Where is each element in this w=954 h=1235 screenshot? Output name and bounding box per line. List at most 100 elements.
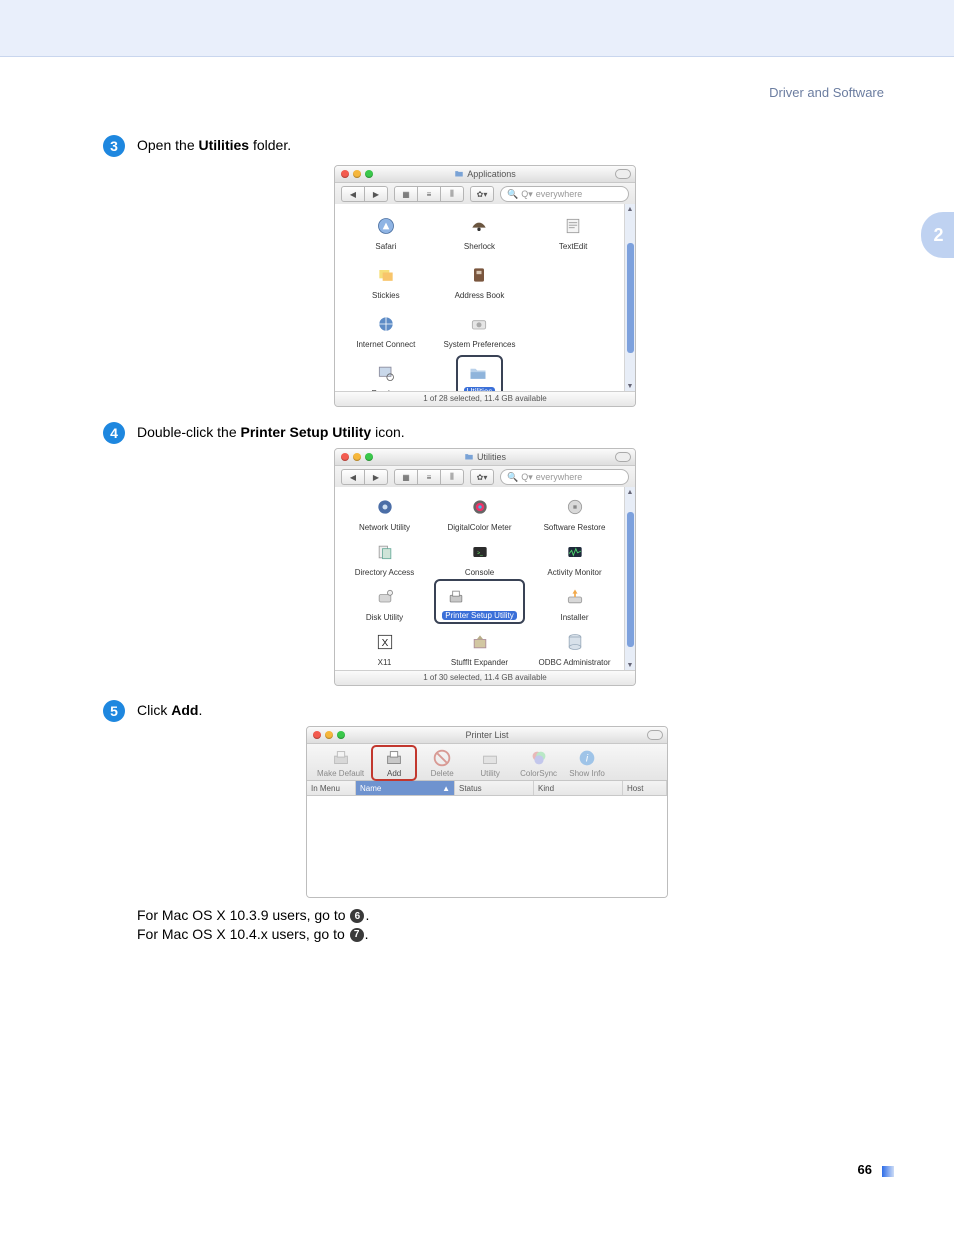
view-list-button[interactable]: ≡ — [418, 186, 441, 202]
utility-icon — [479, 747, 501, 769]
titlebar: Applications — [335, 166, 635, 183]
action-menu-button[interactable]: ✿▾ — [470, 469, 494, 485]
back-button[interactable]: ◀ — [341, 186, 365, 202]
util-installer[interactable]: Installer — [527, 583, 622, 622]
app-sherlock[interactable]: Sherlock — [433, 212, 527, 251]
status-bar: 1 of 28 selected, 11.4 GB available — [335, 391, 635, 406]
util-x11[interactable]: X X11 — [337, 628, 432, 667]
scroll-down-icon[interactable]: ▼ — [627, 383, 634, 390]
step-text: Double-click the Printer Setup Utility i… — [137, 424, 405, 440]
forward-button[interactable]: ▶ — [365, 469, 388, 485]
view-columns-button[interactable]: ⫼ — [441, 469, 464, 485]
back-button[interactable]: ◀ — [341, 469, 365, 485]
view-columns-button[interactable]: ⫼ — [441, 186, 464, 202]
view-buttons[interactable]: ▦ ≡ ⫼ — [394, 469, 464, 485]
util-activity-monitor[interactable]: Activity Monitor — [527, 538, 622, 577]
directory-icon — [375, 542, 395, 562]
printer-icon — [330, 747, 352, 769]
delete-button[interactable]: Delete — [424, 748, 460, 778]
col-in-menu[interactable]: In Menu — [307, 781, 356, 795]
util-disk-utility[interactable]: Disk Utility — [337, 583, 432, 622]
search-icon: 🔍 — [507, 472, 518, 483]
printer-add-icon — [383, 747, 405, 769]
app-internet-connect[interactable]: Internet Connect — [339, 310, 433, 349]
util-stuffit[interactable]: StuffIt Expander — [432, 628, 527, 667]
column-headers[interactable]: In Menu Name▲ Status Kind Host — [307, 781, 667, 796]
app-textedit[interactable]: TextEdit — [526, 212, 620, 251]
add-button[interactable]: Add — [371, 745, 417, 781]
stickies-icon — [376, 265, 396, 285]
folder-icon — [468, 363, 488, 383]
col-kind[interactable]: Kind — [534, 781, 623, 795]
util-network[interactable]: Network Utility — [337, 493, 432, 532]
app-preview[interactable]: Preview — [339, 359, 433, 392]
col-host[interactable]: Host — [623, 781, 667, 795]
scroll-thumb[interactable] — [627, 512, 634, 647]
step-ref-badge: 6 — [350, 909, 364, 923]
scroll-down-icon[interactable]: ▼ — [627, 662, 634, 669]
toolbar: ◀ ▶ ▦ ≡ ⫼ ✿▾ 🔍 Q▾ everywhere — [335, 183, 635, 206]
make-default-button[interactable]: Make Default — [317, 748, 364, 778]
scroll-thumb[interactable] — [627, 243, 634, 353]
scroll-up-icon[interactable]: ▲ — [627, 206, 634, 213]
stuffit-icon — [470, 632, 490, 652]
col-name[interactable]: Name▲ — [356, 781, 455, 795]
app-system-preferences[interactable]: System Preferences — [433, 310, 527, 349]
toolbar-toggle-icon[interactable] — [647, 730, 663, 740]
util-digitalcolor[interactable]: DigitalColor Meter — [432, 493, 527, 532]
step-text: Open the Utilities folder. — [137, 137, 291, 153]
util-directory-access[interactable]: Directory Access — [337, 538, 432, 577]
list-body — [307, 796, 667, 897]
search-icon: 🔍 — [507, 189, 518, 200]
view-buttons[interactable]: ▦ ≡ ⫼ — [394, 186, 464, 202]
toolbar: Make Default Add Delete Utility ColorSyn… — [307, 744, 667, 781]
info-icon: i — [576, 747, 598, 769]
page-number: 66 — [858, 1162, 872, 1177]
database-icon — [565, 632, 585, 652]
view-icons-button[interactable]: ▦ — [394, 186, 418, 202]
chapter-title: Driver and Software — [769, 85, 884, 100]
view-icons-button[interactable]: ▦ — [394, 469, 418, 485]
util-software-restore[interactable]: Software Restore — [527, 493, 622, 532]
util-console[interactable]: >_ Console — [432, 538, 527, 577]
util-printer-setup[interactable]: Printer Setup Utility — [432, 583, 527, 622]
toolbar-toggle-icon[interactable] — [615, 452, 631, 462]
colorsync-button[interactable]: ColorSync — [520, 748, 557, 778]
toolbar-toggle-icon[interactable] — [615, 169, 631, 179]
applications-window: Applications ◀ ▶ ▦ ≡ ⫼ ✿▾ 🔍 Q▾ everywher… — [334, 165, 636, 407]
step-ref-badge: 7 — [350, 928, 364, 942]
status-bar: 1 of 30 selected, 11.4 GB available — [335, 670, 635, 685]
folder-utilities[interactable]: Utilities — [433, 359, 527, 392]
app-addressbook[interactable]: Address Book — [433, 261, 527, 300]
util-odbc[interactable]: ODBC Administrator — [527, 628, 622, 667]
utility-button[interactable]: Utility — [472, 748, 508, 778]
restore-icon — [565, 497, 585, 517]
installer-icon — [565, 587, 585, 607]
search-input[interactable]: 🔍 Q▾ everywhere — [500, 469, 629, 485]
vertical-scrollbar[interactable]: ▲ ▼ — [625, 487, 635, 671]
show-info-button[interactable]: i Show Info — [569, 748, 605, 778]
network-icon — [375, 497, 395, 517]
addressbook-icon — [469, 265, 489, 285]
textedit-icon — [563, 216, 583, 236]
view-list-button[interactable]: ≡ — [418, 469, 441, 485]
forward-button[interactable]: ▶ — [365, 186, 388, 202]
delete-icon — [431, 747, 453, 769]
colorsync-icon — [528, 747, 550, 769]
app-safari[interactable]: Safari — [339, 212, 433, 251]
internet-connect-icon — [376, 314, 396, 334]
icon-area: Network Utility DigitalColor Meter Softw… — [335, 487, 625, 671]
utilities-window: Utilities ◀ ▶ ▦ ≡ ⫼ ✿▾ 🔍 Q▾ everywhere N… — [334, 448, 636, 686]
nav-buttons[interactable]: ◀ ▶ — [341, 186, 388, 202]
action-menu-button[interactable]: ✿▾ — [470, 186, 494, 202]
vertical-scrollbar[interactable]: ▲ ▼ — [625, 204, 635, 392]
toolbar: ◀ ▶ ▦ ≡ ⫼ ✿▾ 🔍 Q▾ everywhere — [335, 466, 635, 489]
col-status[interactable]: Status — [455, 781, 534, 795]
scroll-up-icon[interactable]: ▲ — [627, 489, 634, 496]
titlebar: Printer List — [307, 727, 667, 744]
search-input[interactable]: 🔍 Q▾ everywhere — [500, 186, 629, 202]
app-stickies[interactable]: Stickies — [339, 261, 433, 300]
nav-buttons[interactable]: ◀ ▶ — [341, 469, 388, 485]
console-icon: >_ — [470, 542, 490, 562]
step-3: 3 Open the Utilities folder. — [103, 135, 291, 157]
